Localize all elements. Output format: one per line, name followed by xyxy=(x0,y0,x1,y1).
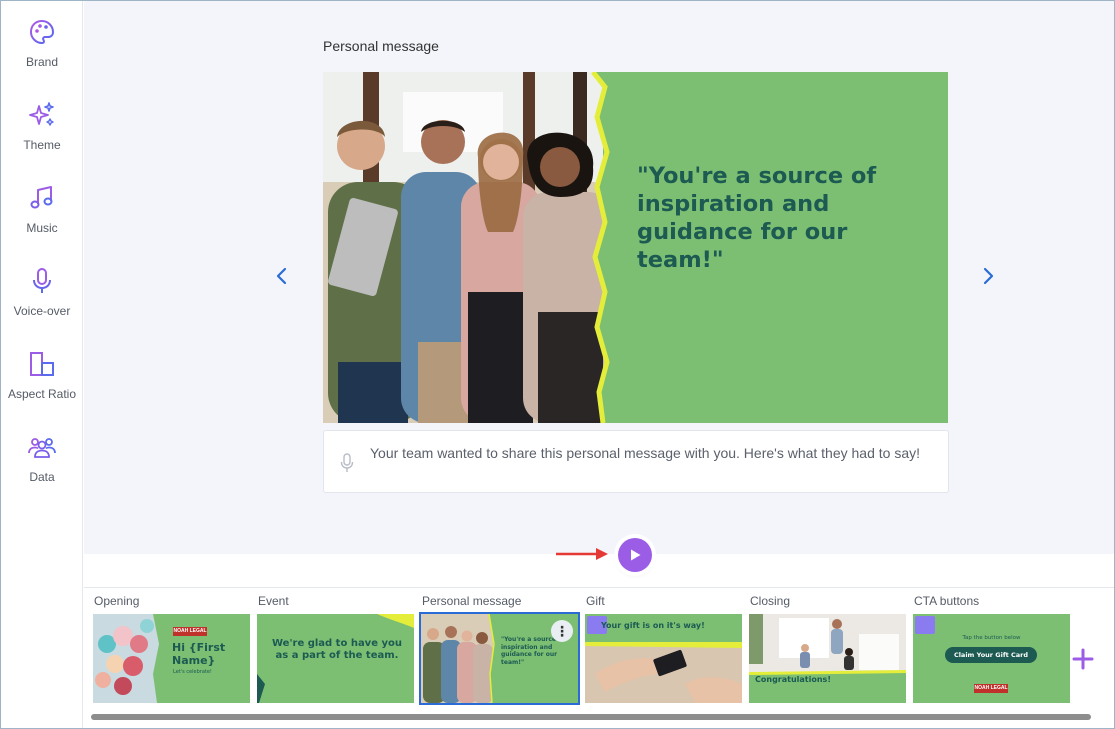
sidebar-item-label: Theme xyxy=(23,138,61,152)
sidebar-item-brand[interactable]: Brand xyxy=(1,1,83,81)
scene-thumbnail: NOAH LEGAL Hi {First Name} Let's celebra… xyxy=(93,614,250,703)
sidebar-item-label: Data xyxy=(29,470,55,484)
timeline-scrollbar[interactable] xyxy=(91,714,1091,720)
annotation-arrow-icon xyxy=(556,548,608,560)
scene-closing[interactable]: Closing Congratulations! xyxy=(749,588,907,708)
previous-scene-button[interactable] xyxy=(270,264,294,288)
sparkles-icon xyxy=(29,102,54,126)
sidebar-item-aspect-ratio[interactable]: Aspect Ratio xyxy=(1,333,83,413)
scene-personal-message[interactable]: Personal message "You're a source of ins… xyxy=(419,588,580,708)
microphone-icon xyxy=(340,453,354,472)
aspect-ratio-icon xyxy=(30,352,54,376)
page-title: Personal message xyxy=(323,38,439,54)
thumbnail-text: Your gift is on it's way! xyxy=(601,621,705,630)
music-note-icon xyxy=(30,186,53,209)
chevron-right-icon xyxy=(983,267,994,285)
chevron-left-icon xyxy=(276,267,287,285)
scene-more-button[interactable]: ⋮ xyxy=(551,620,573,642)
scene-opening[interactable]: Opening NOAH LEGAL Hi {First Name} Let's… xyxy=(93,588,251,708)
scene-cta-buttons[interactable]: CTA buttons Tap the button below Claim Y… xyxy=(913,588,1071,708)
preview-quote: "You're a source of inspiration and guid… xyxy=(637,163,877,273)
sidebar-item-label: Music xyxy=(26,221,58,235)
scene-label: Closing xyxy=(750,594,791,608)
scene-label: Personal message xyxy=(422,594,522,608)
play-icon xyxy=(631,549,641,561)
scene-thumbnail: Your gift is on it's way! xyxy=(585,614,742,703)
thumbnail-text: Tap the button below xyxy=(962,635,1021,641)
sidebar-item-label: Voice-over xyxy=(13,304,71,318)
scene-timeline: Opening NOAH LEGAL Hi {First Name} Let's… xyxy=(84,587,1114,728)
scene-label: Gift xyxy=(586,594,605,608)
voiceover-text: Your team wanted to share this personal … xyxy=(370,445,921,461)
scene-preview[interactable]: "You're a source of inspiration and guid… xyxy=(323,72,948,423)
scene-thumbnail: "You're a source of inspiration and guid… xyxy=(419,612,580,705)
plus-icon xyxy=(1072,648,1094,670)
microphone-icon xyxy=(33,268,51,293)
scene-thumbnail: We're glad to have you as a part of the … xyxy=(257,614,414,703)
family-image xyxy=(749,614,906,703)
thumbnail-text: Congratulations! xyxy=(755,675,831,684)
thumbnail-text: Hi {First Name} xyxy=(172,641,226,667)
brand-logo: NOAH LEGAL xyxy=(974,684,1008,693)
scene-label: CTA buttons xyxy=(914,594,980,608)
sidebar-item-theme[interactable]: Theme xyxy=(1,84,83,164)
sidebar-item-label: Brand xyxy=(25,55,59,69)
thumbnail-text: We're glad to have you as a part of the … xyxy=(272,638,402,661)
brand-logo: NOAH LEGAL xyxy=(173,627,207,636)
claim-gift-card-button: Claim Your Gift Card xyxy=(945,647,1037,663)
next-scene-button[interactable] xyxy=(976,264,1000,288)
sidebar-item-music[interactable]: Music xyxy=(1,167,83,247)
scene-label: Opening xyxy=(94,594,140,608)
voiceover-text-field[interactable]: Your team wanted to share this personal … xyxy=(323,430,949,493)
scene-event[interactable]: Event We're glad to have you as a part o… xyxy=(257,588,415,708)
scene-thumbnail: Congratulations! xyxy=(749,614,906,703)
thumbnail-subtext: Let's celebrate! xyxy=(173,669,212,675)
play-button[interactable] xyxy=(618,538,652,572)
sidebar: Brand Theme Music Voice-over Aspect Rati… xyxy=(1,1,83,728)
add-scene-button[interactable] xyxy=(1070,646,1096,672)
palette-icon xyxy=(29,19,55,45)
sidebar-item-data[interactable]: Data xyxy=(1,416,83,496)
users-icon xyxy=(28,438,56,458)
scene-label: Event xyxy=(258,594,289,608)
scene-gift[interactable]: Gift Your gift is on it's way! xyxy=(585,588,743,708)
data-badge-icon xyxy=(915,616,935,634)
sidebar-item-voice-over[interactable]: Voice-over xyxy=(1,250,83,330)
scene-editor: Personal message "You're a source of ins… xyxy=(84,1,1114,554)
scene-thumbnail: Tap the button below Claim Your Gift Car… xyxy=(913,614,1070,703)
sidebar-item-label: Aspect Ratio xyxy=(7,387,77,401)
playback-bar xyxy=(84,538,1114,587)
